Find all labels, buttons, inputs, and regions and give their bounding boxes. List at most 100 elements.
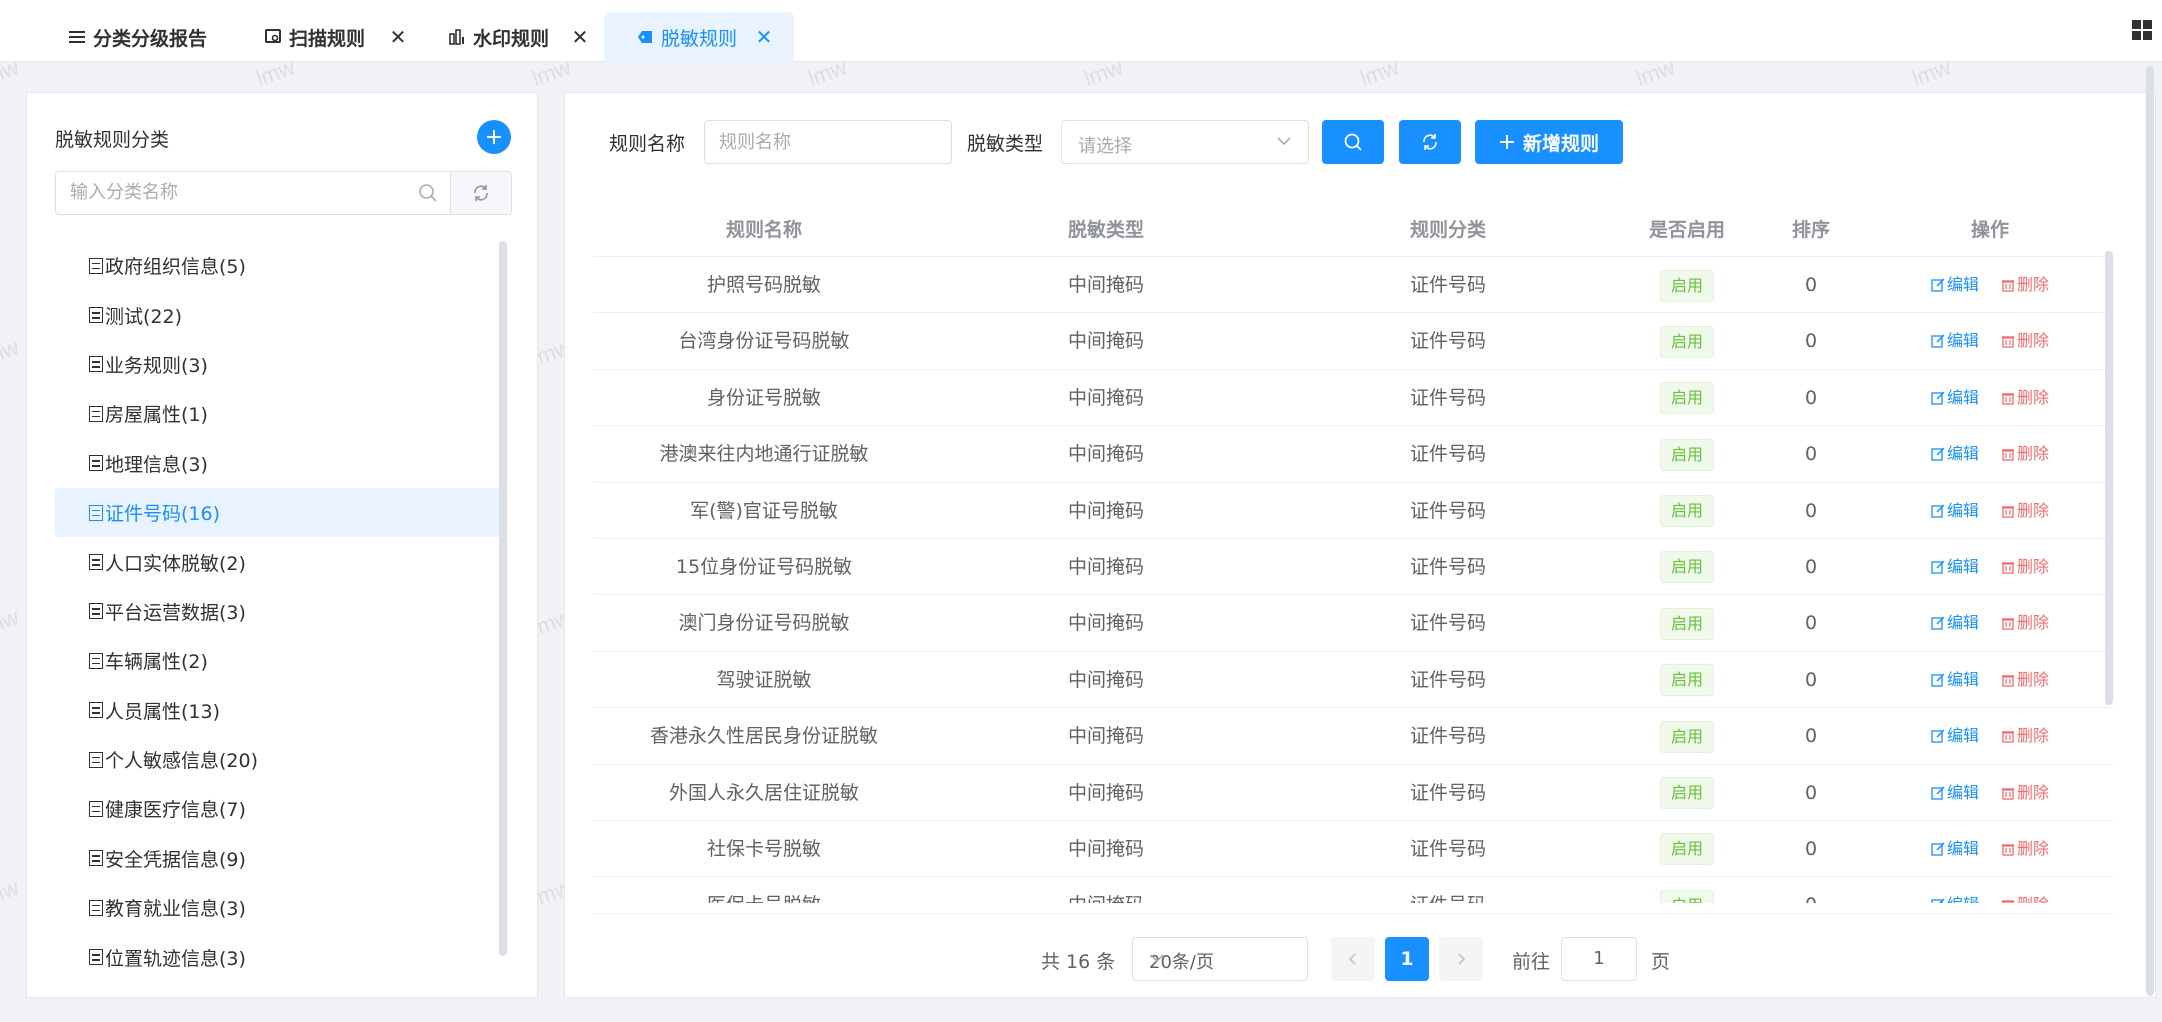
cell-order: 0 [1804,274,1818,296]
delete-button[interactable]: 删除 [2001,483,2049,539]
category-item[interactable]: 安全凭据信息(9) [55,834,503,883]
delete-button[interactable]: 删除 [2001,595,2049,651]
table-header: 规则名称 脱敏类型 规则分类 是否启用 排序 操作 [593,203,2113,257]
document-icon [89,702,103,719]
tab-label: 扫描规则 [289,27,366,50]
edit-button[interactable]: 编辑 [1931,595,1979,651]
delete-button[interactable]: 删除 [2001,539,2049,595]
goto-page-input[interactable]: 1 [1561,937,1637,981]
cell-order: 0 [1804,668,1818,691]
edit-button[interactable]: 编辑 [1931,483,1979,539]
edit-button[interactable]: 编辑 [1931,257,1979,313]
delete-button[interactable]: 删除 [2001,652,2049,708]
tab-classification-report[interactable]: 分类分级报告 [68,12,207,62]
trash-icon [2002,731,2014,743]
cell-rule-name: 外国人永久居住证脱敏 [668,781,859,804]
category-search-input[interactable] [70,172,400,212]
tab-masking-rules[interactable]: 脱敏规则 ✕ [604,12,794,62]
category-item[interactable]: 政府组织信息(5) [55,241,503,290]
cell-category: 证件号码 [1409,499,1486,522]
reset-button[interactable] [1399,120,1461,164]
tab-watermark-rules[interactable]: 水印规则 ✕ [448,12,588,62]
cell-order: 0 [1804,555,1818,578]
category-item[interactable]: 平台运营数据(3) [55,587,503,636]
edit-button[interactable]: 编辑 [1931,426,1979,482]
delete-button[interactable]: 删除 [2001,708,2049,764]
tab-scan-rules[interactable]: 扫描规则 ✕ [264,12,406,62]
next-page-button[interactable] [1439,937,1483,981]
edit-label: 编辑 [1946,726,1979,746]
delete-button[interactable]: 删除 [2001,313,2049,369]
cell-order: 0 [1804,837,1818,860]
category-scrollbar[interactable] [499,241,507,956]
table-divider [593,913,2113,914]
add-category-button[interactable] [477,120,511,154]
page-scrollbar[interactable] [2146,66,2154,996]
category-item-label: 车辆属性(2) [105,651,208,674]
delete-button[interactable]: 删除 [2001,877,2049,903]
edit-button[interactable]: 编辑 [1931,652,1979,708]
cell-category: 证件号码 [1409,837,1486,860]
category-item[interactable]: 教育就业信息(3) [55,883,503,932]
delete-button[interactable]: 删除 [2001,821,2049,877]
category-item[interactable]: 证件号码(16) [55,487,503,538]
category-item[interactable]: 人员属性(13) [55,686,503,735]
page-button-current[interactable]: 1 [1385,937,1429,981]
category-panel: 脱敏规则分类 政府组织信息(5) 测试(22) 业务规则(3) 房屋属性(1) 地理信息… [26,92,538,998]
cell-category: 证件号码 [1409,725,1486,748]
category-item[interactable]: 地理信息(3) [55,439,503,488]
document-icon [89,455,103,472]
edit-label: 编辑 [1947,877,1979,903]
category-item[interactable]: 测试(22) [55,290,503,339]
category-item-label: 房屋属性(1) [105,404,208,427]
cell-category: 证件号码 [1409,612,1486,635]
delete-button[interactable]: 删除 [2001,426,2049,482]
delete-button[interactable]: 删除 [2001,765,2049,821]
category-item[interactable]: 人口实体脱敏(2) [55,537,503,586]
trash-icon [2002,618,2014,630]
close-icon[interactable]: ✕ [754,25,774,49]
delete-label: 删除 [2017,669,2050,689]
delete-button[interactable]: 删除 [2001,257,2049,313]
category-item[interactable]: 位置轨迹信息(3) [55,932,503,981]
category-item[interactable]: 房屋属性(1) [55,389,503,438]
cell-actions: 编辑 删除 [1867,313,2113,369]
status-badge: 启用 [1659,325,1714,358]
page-size-select[interactable]: 20条/页 [1132,937,1308,981]
edit-button[interactable]: 编辑 [1931,313,1979,369]
close-icon[interactable]: ✕ [388,25,408,49]
cell-rule-name: 15位身份证号码脱敏 [675,555,853,578]
status-badge: 启用 [1659,833,1714,866]
category-item[interactable]: 业务规则(3) [55,340,503,389]
edit-button[interactable]: 编辑 [1931,821,1979,877]
mask-type-select[interactable]: 请选择 [1061,120,1309,164]
scan-icon [264,28,282,46]
edit-button[interactable]: 编辑 [1931,765,1979,821]
table-scrollbar[interactable] [2105,251,2113,705]
category-item[interactable]: 健康医疗信息(7) [55,784,503,833]
add-rule-button[interactable]: 新增规则 [1475,120,1623,164]
table-row: 港澳来往内地通行证脱敏 中间掩码 证件号码 启用 0 编辑 删除 [593,426,2113,483]
edit-button[interactable]: 编辑 [1931,877,1979,903]
status-badge: 启用 [1659,495,1714,528]
cell-enabled: 启用 [1619,877,1755,903]
prev-page-button[interactable] [1331,937,1375,981]
category-item[interactable]: 个人敏感信息(20) [55,735,503,784]
grid-menu-icon[interactable] [2132,20,2152,40]
edit-label: 编辑 [1946,613,1979,633]
edit-button[interactable]: 编辑 [1931,370,1979,426]
search-button[interactable] [1322,120,1384,164]
edit-button[interactable]: 编辑 [1931,708,1979,764]
cell-rule-name: 社保卡号脱敏 [706,837,821,860]
cell-actions: 编辑 删除 [1867,539,2113,595]
goto-label: 前往 [1512,951,1551,973]
edit-icon [1931,334,1945,349]
rule-name-input[interactable] [719,121,919,163]
delete-button[interactable]: 删除 [2001,370,2049,426]
close-icon[interactable]: ✕ [570,25,590,49]
edit-button[interactable]: 编辑 [1931,539,1979,595]
category-refresh-button[interactable] [450,171,512,215]
category-item[interactable]: 车辆属性(2) [55,636,503,685]
search-icon[interactable] [418,183,438,207]
edit-label: 编辑 [1946,782,1979,802]
